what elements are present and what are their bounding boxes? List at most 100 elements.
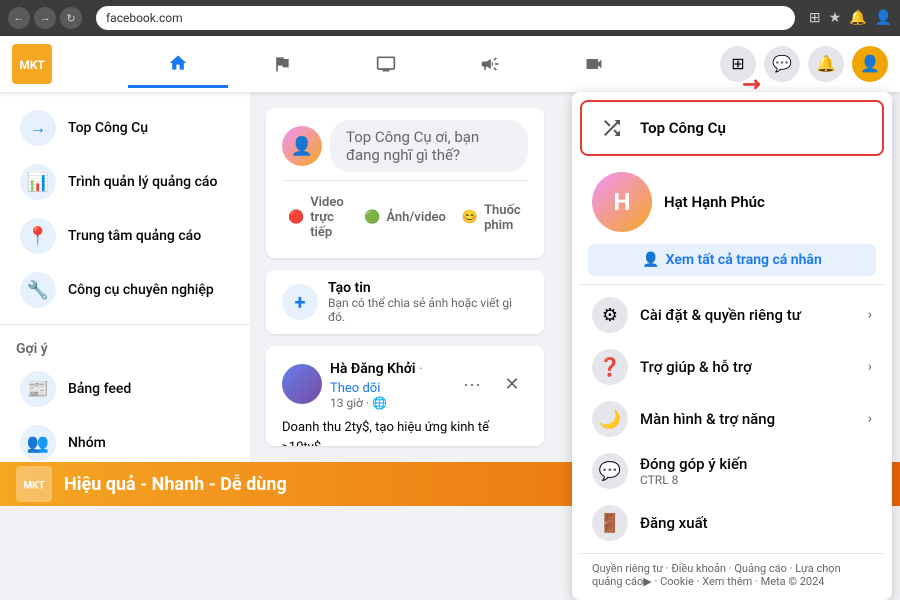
view-profile-text: Xem tất cả trang cá nhân (666, 252, 822, 268)
post-time: 13 giờ · 🌐 (330, 396, 448, 410)
view-profile-btn[interactable]: 👤 Xem tất cả trang cá nhân (588, 244, 876, 276)
sidebar-icon-arrow: → (20, 110, 56, 146)
back-button[interactable]: ← (8, 7, 30, 29)
post-options: ··· ✕ (456, 368, 528, 400)
user-avatar: 👤 (282, 126, 322, 166)
create-tin-box[interactable]: + Tạo tin Bạn có thể chia sẻ ảnh hoặc vi… (266, 270, 544, 334)
nav-flag[interactable] (232, 40, 332, 88)
sidebar-item-trung-tam-qc[interactable]: 📍 Trung tâm quảng cáo (8, 210, 242, 262)
sidebar-icon-tool: 🔧 (20, 272, 56, 308)
sidebar-label-top-cong-cu: Top Công Cụ (68, 120, 148, 136)
dropdown-top-cong-cu[interactable]: Top Công Cụ (580, 100, 884, 156)
logout-text: Đăng xuất (640, 514, 872, 532)
refresh-button[interactable]: ↻ (60, 7, 82, 29)
dropdown-divider-1 (580, 284, 884, 285)
post-meta: Hà Đăng Khởi · Theo dõi 13 giờ · 🌐 (330, 358, 448, 410)
address-bar[interactable]: facebook.com (96, 6, 795, 30)
sidebar-label-trung-tam-qc: Trung tâm quảng cáo (68, 228, 201, 244)
forward-button[interactable]: → (34, 7, 56, 29)
create-tin-icon: + (282, 284, 318, 320)
nav-megaphone[interactable] (440, 40, 540, 88)
sidebar-item-bang-feed[interactable]: 📰 Bảng feed (8, 363, 242, 415)
dropdown-divider-2 (580, 553, 884, 554)
nav-home[interactable] (128, 40, 228, 88)
display-text: Màn hình & trợ năng (640, 410, 856, 428)
right-panel: ↗ Top Công Cụ H Hạt Hạnh Phúc 👤 Xem tất … (560, 92, 900, 462)
settings-text: Cài đặt & quyền riêng tư (640, 306, 856, 324)
create-tin-info: Tạo tin Bạn có thể chia sẻ ảnh hoặc viết… (328, 280, 528, 324)
profile-name-text: Hạt Hạnh Phúc (664, 193, 765, 211)
post-text: Doanh thu 2ty$, tạo hiệu ứng kinh tế >10… (282, 418, 528, 446)
notification-icon-btn[interactable]: 🔔 (808, 46, 844, 82)
post-close-btn[interactable]: ✕ (496, 368, 528, 400)
ext-icon-1[interactable]: ⊞ (809, 10, 821, 26)
sidebar-item-nhom[interactable]: 👥 Nhóm (8, 417, 242, 462)
post-author-avatar (282, 364, 322, 404)
dropdown-item-settings[interactable]: ⚙ Cài đặt & quyền riêng tư › (580, 289, 884, 341)
ext-icon-4[interactable]: 👤 (875, 10, 892, 26)
sidebar-item-quan-ly-qc[interactable]: 📊 Trình quản lý quảng cáo (8, 156, 242, 208)
dropdown-item-logout[interactable]: 🚪 Đăng xuất (580, 497, 884, 549)
sidebar-section-goiy: Gợi ý (0, 333, 250, 361)
dropdown-item-feedback[interactable]: 💬 Đóng góp ý kiến CTRL 8 (580, 445, 884, 497)
fb-logo[interactable]: MKT (12, 44, 52, 84)
logout-label: Đăng xuất (640, 514, 872, 532)
photo-video-btn[interactable]: 🟢 Ảnh/video (358, 189, 452, 246)
sidebar-divider-1 (0, 324, 250, 325)
photo-icon: 🟢 (364, 210, 380, 225)
fb-nav-center (52, 40, 720, 88)
post-content: Doanh thu 2ty$, tạo hiệu ứng kinh tế >10… (266, 418, 544, 446)
film-icon: 😊 (462, 210, 478, 225)
banner-tagline: Hiệu quả - Nhanh - Dễ dùng (64, 474, 287, 495)
logout-icon: 🚪 (592, 505, 628, 541)
display-arrow: › (868, 411, 872, 427)
profile-item[interactable]: H Hạt Hạnh Phúc (580, 164, 884, 240)
sidebar-label-cong-cu-cn: Công cụ chuyên nghiệp (68, 282, 214, 298)
help-icon: ❓ (592, 349, 628, 385)
create-post-input[interactable]: Top Công Cụ ơi, bạn đang nghĩ gì thế? (330, 120, 528, 172)
mkt-banner-logo: MKT (16, 466, 52, 502)
sidebar-label-nhom: Nhóm (68, 435, 106, 451)
svg-text:MKT: MKT (19, 58, 45, 72)
banner-left: MKT Hiệu quả - Nhanh - Dễ dùng (16, 466, 287, 502)
post-card: Hà Đăng Khởi · Theo dõi 13 giờ · 🌐 ··· ✕… (266, 346, 544, 446)
feedback-sub: CTRL 8 (640, 473, 872, 487)
post-author-name: Hà Đăng Khởi · Theo dõi (330, 358, 448, 396)
live-video-btn[interactable]: 🔴 Video trực tiếp (282, 189, 354, 246)
nav-video[interactable] (544, 40, 644, 88)
dropdown-footer: Quyền riêng tư · Điều khoản · Quảng cáo … (580, 558, 884, 592)
settings-arrow: › (868, 307, 872, 323)
post-more-btn[interactable]: ··· (456, 368, 488, 400)
help-arrow: › (868, 359, 872, 375)
sidebar-icon-chart: 📊 (20, 164, 56, 200)
live-icon: 🔴 (288, 210, 304, 225)
sidebar-item-cong-cu-cn[interactable]: 🔧 Công cụ chuyên nghiệp (8, 264, 242, 316)
post-follow-btn[interactable]: Theo dõi (330, 381, 380, 396)
feedback-label: Đóng góp ý kiến (640, 455, 872, 473)
account-icon-btn[interactable]: 👤 (852, 46, 888, 82)
create-tin-title: Tạo tin (328, 280, 528, 296)
photo-label: Ảnh/video (386, 210, 446, 225)
dropdown-menu: Top Công Cụ H Hạt Hạnh Phúc 👤 Xem tất cả… (572, 92, 892, 600)
nav-tv[interactable] (336, 40, 436, 88)
sidebar-icon-location: 📍 (20, 218, 56, 254)
create-post-box: 👤 Top Công Cụ ơi, bạn đang nghĩ gì thế? … (266, 108, 544, 258)
sidebar-label-quan-ly-qc: Trình quản lý quảng cáo (68, 174, 217, 190)
sidebar-item-top-cong-cu[interactable]: → Top Công Cụ (8, 102, 242, 154)
view-profile-icon: 👤 (642, 252, 659, 268)
footer-text: Quyền riêng tư · Điều khoản · Quảng cáo … (592, 562, 872, 588)
help-label: Trợ giúp & hỗ trợ (640, 358, 856, 376)
dropdown-top-label: Top Công Cụ (640, 119, 726, 137)
browser-controls: ← → ↻ (8, 7, 82, 29)
feedback-text: Đóng góp ý kiến CTRL 8 (640, 455, 872, 487)
help-text: Trợ giúp & hỗ trợ (640, 358, 856, 376)
display-label: Màn hình & trợ năng (640, 410, 856, 428)
ext-icon-2[interactable]: ★ (829, 10, 842, 26)
post-name-text: Hà Đăng Khởi (330, 361, 415, 377)
dropdown-item-display[interactable]: 🌙 Màn hình & trợ năng › (580, 393, 884, 445)
messenger-icon-btn[interactable]: 💬 (764, 46, 800, 82)
ext-icon-3[interactable]: 🔔 (849, 10, 866, 26)
dropdown-item-help[interactable]: ❓ Trợ giúp & hỗ trợ › (580, 341, 884, 393)
browser-chrome: ← → ↻ facebook.com ⊞ ★ 🔔 👤 (0, 0, 900, 36)
film-btn[interactable]: 😊 Thuốc phim (456, 189, 528, 246)
